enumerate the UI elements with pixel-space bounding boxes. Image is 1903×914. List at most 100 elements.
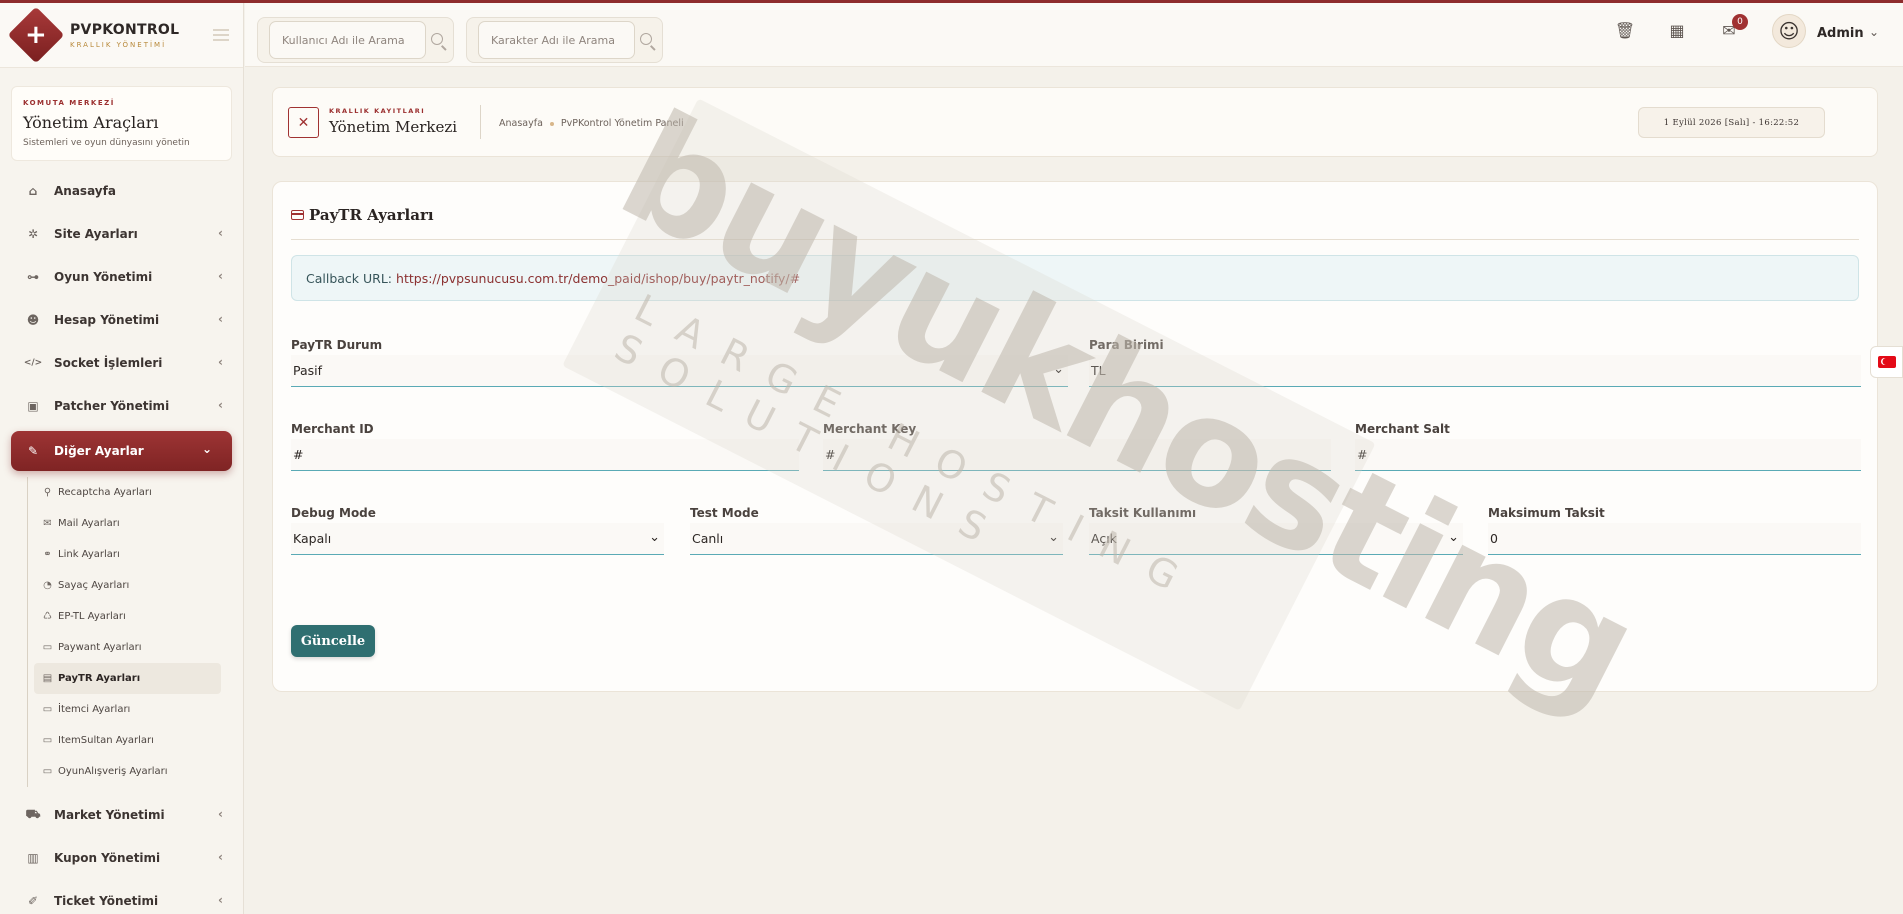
max-installment-field: Maksimum Taksit 0 (1488, 506, 1861, 555)
brand-logo-icon: + (7, 6, 65, 64)
page-kicker: KRALLIK KAYITLARI (329, 107, 426, 115)
test-mode-select[interactable]: Canlı ⌄ (690, 523, 1063, 555)
submenu-item-paywant[interactable]: ▭ Paywant Ayarları (34, 632, 221, 663)
money-icon: ▤ (42, 673, 53, 684)
sidebar-item-anasayfa[interactable]: ⌂ Anasayfa (0, 169, 243, 212)
paytr-status-select[interactable]: Pasif ⌄ (291, 355, 1068, 387)
submenu-item-counter[interactable]: ◔ Sayaç Ayarları (34, 570, 221, 601)
user-name[interactable]: Admin (1817, 26, 1864, 41)
command-card-kicker: KOMUTA MERKEZİ (23, 99, 115, 107)
breadcrumb-separator (549, 121, 554, 126)
command-card-subtitle: Sistemleri ve oyun dünyasını yönetin (23, 138, 190, 148)
sidebar-toggle-icon[interactable] (213, 29, 229, 41)
callback-url[interactable]: https://pvpsunucusu.com.tr/demo_paid/ish… (396, 271, 800, 286)
submenu-item-mail[interactable]: ✉ Mail Ayarları (34, 508, 221, 539)
merchant-id-input[interactable]: # (291, 439, 799, 471)
header-divider (480, 105, 481, 139)
brand[interactable]: + PVPKONTROL KRALLIK YÖNETİMİ (0, 3, 243, 68)
paytr-settings-card: PayTR Ayarları Callback URL: https://pvp… (272, 181, 1878, 692)
submenu-item-itemsultan[interactable]: ▭ ItemSultan Ayarları (34, 725, 221, 756)
sidebar-item-game-management[interactable]: ⊶ Oyun Yönetimi ‹ (0, 255, 243, 298)
sidebar-item-label: Patcher Yönetimi (54, 398, 170, 413)
command-card-title: Yönetim Araçları (23, 113, 159, 132)
gear-icon: ✲ (27, 226, 39, 241)
character-search-input[interactable] (478, 21, 635, 59)
merchant-salt-field: Merchant Salt # (1355, 422, 1861, 471)
sidebar-item-other-settings[interactable]: ✎ Diğer Ayarlar ⌄ (11, 431, 232, 471)
card-divider (291, 239, 1859, 240)
sidebar-item-account-management[interactable]: ☻ Hesap Yönetimi ‹ (0, 298, 243, 341)
gamepad-icon: ⊶ (27, 269, 39, 284)
language-switcher[interactable] (1870, 346, 1903, 378)
sidebar-item-patcher[interactable]: ▣ Patcher Yönetimi ‹ (0, 384, 243, 427)
merchant-key-input[interactable]: # (823, 439, 1331, 471)
chevron-left-icon: ‹ (218, 226, 223, 240)
field-label: Maksimum Taksit (1488, 506, 1605, 520)
chevron-left-icon: ‹ (218, 398, 223, 412)
recycle-icon: ♺ (43, 611, 52, 622)
home-icon: ⌂ (28, 183, 38, 198)
submenu-item-paytr[interactable]: ▤ PayTR Ayarları (34, 663, 221, 694)
currency-input[interactable]: TL (1089, 355, 1861, 387)
sidebar-item-label: Kupon Yönetimi (54, 850, 161, 865)
search-icon[interactable] (640, 33, 652, 45)
close-icon[interactable]: ✕ (288, 107, 319, 138)
card-title-text: PayTR Ayarları (309, 206, 434, 224)
breadcrumb-home[interactable]: Anasayfa (499, 118, 543, 129)
sidebar-nav: ⌂ Anasayfa ✲ Site Ayarları ‹ ⊶ Oyun Yöne… (0, 169, 243, 914)
submenu-item-label: Link Ayarları (58, 549, 120, 560)
sidebar-item-market[interactable]: ⛟ Market Yönetimi ‹ (0, 793, 243, 836)
key-icon: ⚲ (43, 487, 52, 498)
brand-title: PVPKONTROL (70, 21, 180, 38)
chevron-down-icon[interactable]: ⌄ (1869, 25, 1879, 39)
submenu-item-label: İtemci Ayarları (58, 704, 131, 715)
submenu-item-itemci[interactable]: ▭ İtemci Ayarları (34, 694, 221, 725)
barcode-icon: ▥ (27, 850, 39, 865)
submenu-item-link[interactable]: ⚭ Link Ayarları (34, 539, 221, 570)
link-icon: ⚭ (43, 549, 52, 560)
submenu-item-ep-tl[interactable]: ♺ EP-TL Ayarları (34, 601, 221, 632)
credit-card-icon: ▭ (42, 735, 53, 746)
user-search-input[interactable] (269, 21, 426, 59)
wrench-icon: ✎ (27, 444, 39, 458)
paytr-status-field: PayTR Durum Pasif ⌄ (291, 338, 1068, 387)
submenu-item-oyunalisveris[interactable]: ▭ OyunAlışveriş Ayarları (34, 756, 221, 787)
sidebar-item-coupon[interactable]: ▥ Kupon Yönetimi ‹ (0, 836, 243, 879)
top-header (245, 3, 1903, 67)
turkey-flag-icon (1877, 356, 1896, 368)
sidebar-item-site-settings[interactable]: ✲ Site Ayarları ‹ (0, 212, 243, 255)
notification-badge: 0 (1732, 14, 1748, 30)
trash-icon[interactable]: 🗑 (1615, 20, 1635, 40)
sidebar-item-socket[interactable]: </> Socket İşlemleri ‹ (0, 341, 243, 384)
submenu-item-label: ItemSultan Ayarları (58, 735, 154, 746)
avatar[interactable]: ☺ (1772, 14, 1806, 48)
chevron-down-icon: ⌄ (201, 442, 212, 456)
installment-use-select[interactable]: Açık ⌄ (1089, 523, 1463, 555)
chevron-left-icon: ‹ (218, 807, 223, 821)
chevron-left-icon: ‹ (218, 312, 223, 326)
submenu-item-recaptcha[interactable]: ⚲ Recaptcha Ayarları (34, 477, 221, 508)
gauge-icon: ◔ (43, 580, 52, 591)
breadcrumb-current: PvPKontrol Yönetim Paneli (560, 118, 684, 129)
debug-mode-select[interactable]: Kapalı ⌄ (291, 523, 664, 555)
search-icon[interactable] (431, 33, 443, 45)
callback-label: Callback URL: (306, 270, 393, 286)
cart-icon: ⛟ (25, 806, 41, 821)
calendar-icon[interactable]: ▦ (1667, 20, 1687, 40)
credit-card-icon: ▭ (42, 642, 53, 653)
box-icon: ▣ (27, 398, 39, 413)
sidebar-item-label: Market Yönetimi (54, 807, 165, 822)
credit-card-icon: ▭ (42, 704, 53, 715)
installment-use-field: Taksit Kullanımı Açık ⌄ (1089, 506, 1463, 555)
field-label: Taksit Kullanımı (1089, 506, 1197, 520)
sidebar-item-label: Site Ayarları (54, 226, 138, 241)
update-button[interactable]: Güncelle (291, 625, 375, 657)
sidebar: + PVPKONTROL KRALLIK YÖNETİMİ KOMUTA MER… (0, 3, 244, 914)
field-label: PayTR Durum (291, 338, 383, 352)
field-label: Test Mode (690, 506, 759, 520)
sidebar-item-label: Diğer Ayarlar (54, 444, 144, 458)
submenu-item-label: EP-TL Ayarları (58, 611, 126, 622)
sidebar-item-ticket[interactable]: ✐ Ticket Yönetimi ‹ (0, 879, 243, 914)
merchant-salt-input[interactable]: # (1355, 439, 1861, 471)
max-installment-input[interactable]: 0 (1488, 523, 1861, 555)
